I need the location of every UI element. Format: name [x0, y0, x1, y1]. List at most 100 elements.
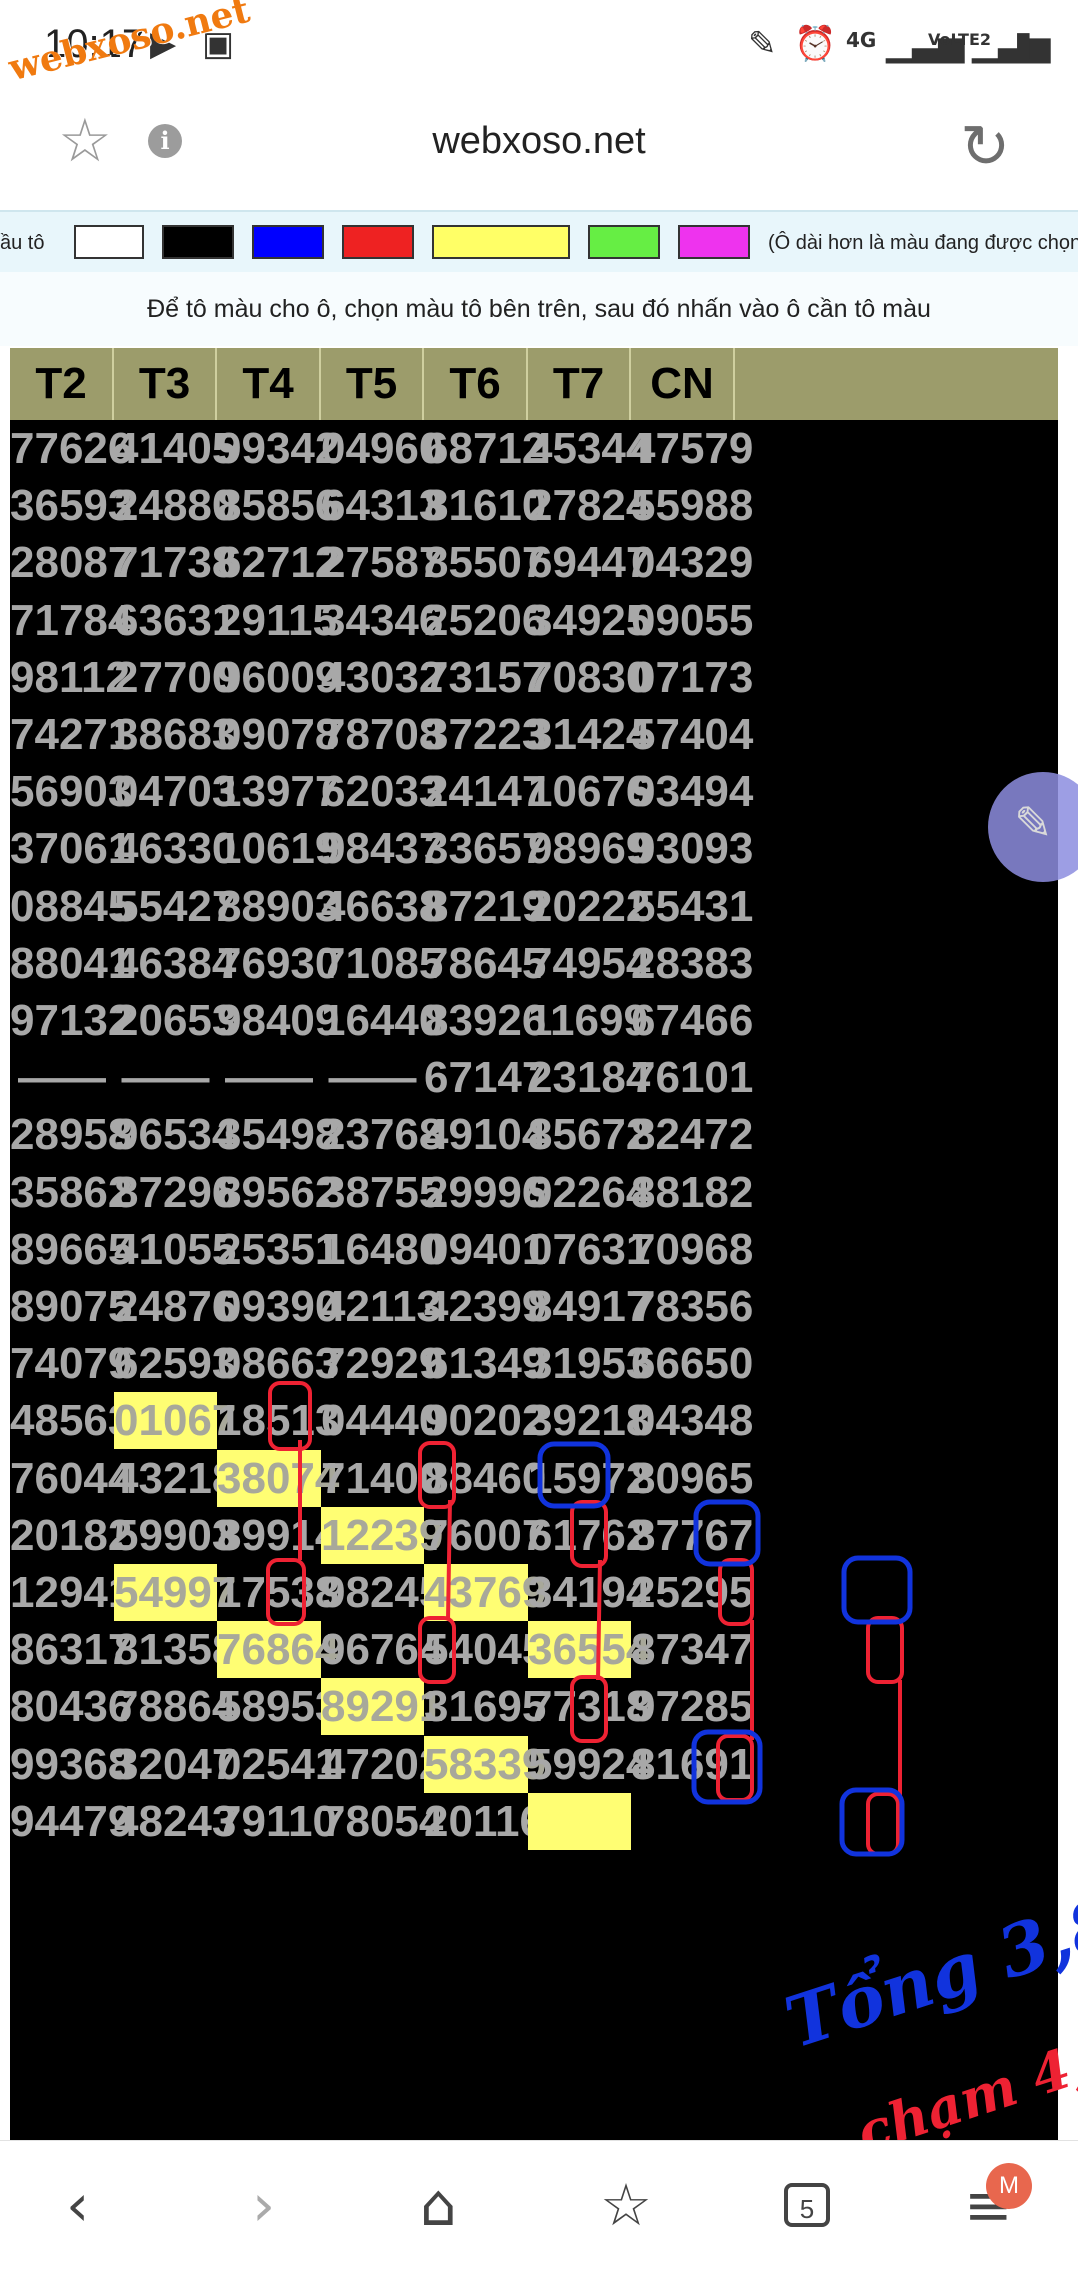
number-cell[interactable]: 43218: [114, 1450, 236, 1507]
number-cell[interactable]: 70968: [631, 1221, 753, 1278]
number-cell[interactable]: 88460: [424, 1450, 546, 1507]
number-cell[interactable]: 96009: [217, 649, 339, 706]
number-cell[interactable]: 09401: [424, 1221, 546, 1278]
number-cell[interactable]: 48563: [10, 1392, 132, 1449]
number-cell[interactable]: 88182: [631, 1164, 753, 1221]
number-cell[interactable]: 25206: [424, 592, 546, 649]
number-cell[interactable]: 79110: [217, 1793, 337, 1850]
swatch-red[interactable]: [342, 225, 414, 259]
number-cell[interactable]: 37061: [10, 820, 132, 877]
number-cell[interactable]: 34194: [528, 1564, 650, 1621]
number-cell[interactable]: 72929: [321, 1335, 443, 1392]
number-cell[interactable]: 20222: [528, 878, 650, 935]
number-cell[interactable]: 55988: [631, 477, 753, 534]
number-cell[interactable]: 07631: [528, 1221, 650, 1278]
number-cell[interactable]: 77626: [10, 420, 132, 477]
number-cell[interactable]: 45344: [528, 420, 650, 477]
number-cell[interactable]: 08663: [217, 1335, 339, 1392]
number-cell[interactable]: 36554: [528, 1621, 650, 1679]
number-cell[interactable]: 41405: [114, 420, 236, 477]
number-cell[interactable]: 80436: [10, 1678, 132, 1735]
number-cell[interactable]: 28958: [10, 1106, 132, 1163]
number-cell[interactable]: ——: [321, 1049, 424, 1106]
number-cell[interactable]: 76864: [217, 1621, 339, 1679]
number-cell[interactable]: 68712: [424, 420, 546, 477]
number-cell[interactable]: 27700: [114, 649, 236, 706]
number-cell[interactable]: 23184: [528, 1049, 650, 1106]
number-cell[interactable]: 77318: [528, 1678, 650, 1735]
number-cell[interactable]: ——: [114, 1049, 217, 1106]
number-cell[interactable]: 20653: [114, 992, 236, 1049]
number-cell[interactable]: 54997: [114, 1564, 236, 1621]
number-cell[interactable]: 29996: [424, 1164, 546, 1221]
number-cell[interactable]: 04329: [631, 534, 753, 591]
number-cell[interactable]: 96764: [321, 1621, 443, 1678]
number-cell[interactable]: 31953: [528, 1335, 650, 1392]
number-cell[interactable]: 38755: [321, 1164, 443, 1221]
bookmarks-icon[interactable]: ☆: [600, 2171, 652, 2239]
number-cell[interactable]: 15972: [528, 1450, 650, 1507]
number-cell[interactable]: 09390: [217, 1278, 339, 1335]
number-cell[interactable]: 38683: [114, 706, 236, 763]
number-cell[interactable]: 46330: [114, 820, 236, 877]
number-cell[interactable]: 98112: [10, 649, 130, 706]
number-cell[interactable]: 54045: [424, 1621, 546, 1678]
number-cell[interactable]: 93093: [631, 820, 753, 877]
number-cell[interactable]: 34925: [528, 592, 650, 649]
number-cell[interactable]: 46384: [114, 935, 236, 992]
number-cell[interactable]: 32047: [114, 1736, 236, 1793]
swatch-white[interactable]: [74, 225, 144, 259]
number-cell[interactable]: 59924: [528, 1736, 650, 1793]
number-cell[interactable]: 76930: [217, 935, 339, 992]
number-cell[interactable]: 20182: [10, 1507, 132, 1564]
number-cell[interactable]: 12941: [10, 1564, 132, 1621]
number-cell[interactable]: 41055: [114, 1221, 236, 1278]
number-cell[interactable]: 76101: [631, 1049, 753, 1106]
swatch-blue[interactable]: [252, 225, 324, 259]
number-cell[interactable]: 46638: [321, 878, 443, 935]
number-cell[interactable]: 96534: [114, 1106, 236, 1163]
number-cell[interactable]: 81358: [114, 1621, 236, 1678]
number-cell[interactable]: 33657: [424, 820, 546, 877]
number-cell[interactable]: 74954: [528, 935, 650, 992]
number-cell[interactable]: 71784: [10, 592, 132, 649]
number-cell[interactable]: 61349: [424, 1335, 546, 1392]
number-cell[interactable]: 31695: [424, 1678, 546, 1735]
number-cell[interactable]: 42399: [424, 1278, 546, 1335]
number-cell[interactable]: 49104: [424, 1106, 546, 1163]
number-cell[interactable]: 04960: [321, 420, 443, 477]
number-cell[interactable]: 80965: [631, 1450, 753, 1507]
tabs-button[interactable]: 5: [784, 2183, 830, 2227]
number-cell[interactable]: 02541: [217, 1736, 339, 1793]
number-cell[interactable]: 16440: [321, 992, 443, 1049]
number-cell[interactable]: 78356: [631, 1278, 753, 1335]
number-cell[interactable]: 63631: [114, 592, 236, 649]
number-cell[interactable]: 99342: [217, 420, 339, 477]
number-cell[interactable]: 87219: [424, 878, 546, 935]
number-cell[interactable]: 78708: [321, 706, 443, 763]
number-cell[interactable]: 78864: [114, 1678, 236, 1735]
number-cell[interactable]: 89075: [10, 1278, 132, 1335]
number-cell[interactable]: 89562: [217, 1164, 339, 1221]
number-cell[interactable]: 89665: [10, 1221, 132, 1278]
number-cell[interactable]: 43032: [321, 649, 443, 706]
number-cell[interactable]: 87347: [631, 1621, 753, 1678]
number-cell[interactable]: 98409: [217, 992, 339, 1049]
number-cell[interactable]: 58953: [217, 1678, 339, 1735]
number-cell[interactable]: 04348: [631, 1392, 753, 1449]
number-cell[interactable]: 57404: [631, 706, 753, 763]
number-cell[interactable]: 78645: [424, 935, 546, 992]
number-cell[interactable]: 85507: [424, 534, 546, 591]
number-cell[interactable]: 29115: [217, 592, 337, 649]
number-cell[interactable]: 18513: [217, 1392, 339, 1449]
number-cell[interactable]: 62712: [217, 534, 339, 591]
number-cell[interactable]: 97285: [631, 1678, 753, 1735]
number-cell[interactable]: 04703: [114, 763, 236, 820]
number-cell[interactable]: 93494: [631, 763, 753, 820]
number-cell[interactable]: 16480: [321, 1221, 443, 1278]
number-cell[interactable]: 81691: [631, 1736, 753, 1793]
number-cell[interactable]: 24876: [114, 1278, 236, 1335]
number-cell[interactable]: 11699: [528, 992, 648, 1049]
number-cell[interactable]: 87767: [631, 1507, 753, 1564]
number-cell[interactable]: ——: [217, 1049, 321, 1106]
